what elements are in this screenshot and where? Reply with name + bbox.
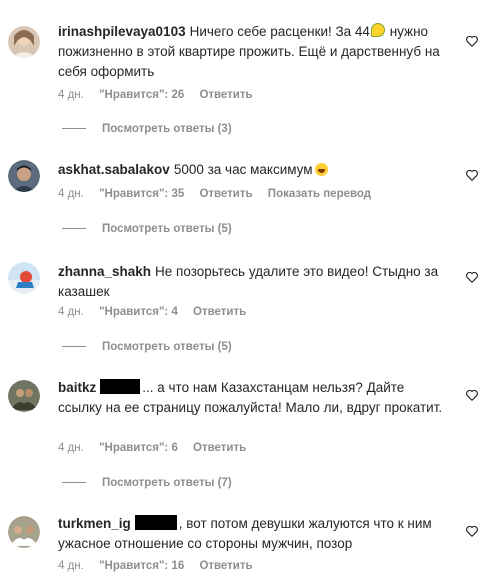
divider-line [62,346,86,348]
comment-age: 4 дн. [58,442,84,454]
avatar[interactable] [8,262,40,294]
like-heart-icon[interactable] [465,524,479,538]
comment-likes[interactable]: "Нравится": 26 [99,89,184,101]
comment-text: 5000 за час максимум [173,162,313,177]
avatar[interactable] [8,160,40,192]
reply-button[interactable]: Ответить [193,306,246,318]
avatar[interactable] [8,516,40,548]
comment-age: 4 дн. [58,188,84,200]
divider-line [62,482,86,484]
view-replies-label: Посмотреть ответы (5) [102,223,232,235]
comment-likes[interactable]: "Нравится": 35 [99,188,184,200]
reply-button[interactable]: Ответить [193,442,246,454]
comment-username[interactable]: askhat.sabalakov [58,162,170,177]
comment-age: 4 дн. [58,89,84,101]
comment-username[interactable]: zhanna_shakh [58,264,151,279]
comment-likes[interactable]: "Нравится": 4 [99,306,178,318]
comment-username[interactable]: irinashpilevaya0103 [58,24,186,39]
avatar[interactable] [8,380,40,412]
laughing-emoji-icon [314,163,328,176]
comment-likes[interactable]: "Нравится": 6 [99,442,178,454]
comment-age: 4 дн. [58,560,84,572]
like-heart-icon[interactable] [465,270,479,284]
comment-likes[interactable]: "Нравится": 16 [99,560,184,572]
reply-button[interactable]: Ответить [199,89,252,101]
lemon-emoji-icon [370,23,385,37]
divider-line [62,128,86,130]
like-heart-icon[interactable] [465,34,479,48]
reply-button[interactable]: Ответить [199,188,252,200]
reply-button[interactable]: Ответить [199,560,252,572]
view-replies-button[interactable]: Посмотреть ответы (7) [58,477,232,489]
comment-text: Ничего себе расценки! За 44 [189,24,370,39]
like-heart-icon[interactable] [465,168,479,182]
divider-line [62,228,86,230]
view-replies-button[interactable]: Посмотреть ответы (3) [58,123,232,135]
comment-username[interactable]: baitkz [58,380,96,395]
show-translation-button[interactable]: Показать перевод [268,188,371,200]
view-replies-button[interactable]: Посмотреть ответы (5) [58,223,232,235]
comment-age: 4 дн. [58,306,84,318]
view-replies-label: Посмотреть ответы (3) [102,123,232,135]
redacted-mention [100,379,141,394]
like-heart-icon[interactable] [465,388,479,402]
view-replies-label: Посмотреть ответы (5) [102,341,232,353]
comment-username[interactable]: turkmen_ig [58,516,131,531]
redacted-mention [134,515,177,530]
view-replies-label: Посмотреть ответы (7) [102,477,232,489]
avatar[interactable] [8,26,40,58]
view-replies-button[interactable]: Посмотреть ответы (5) [58,341,232,353]
